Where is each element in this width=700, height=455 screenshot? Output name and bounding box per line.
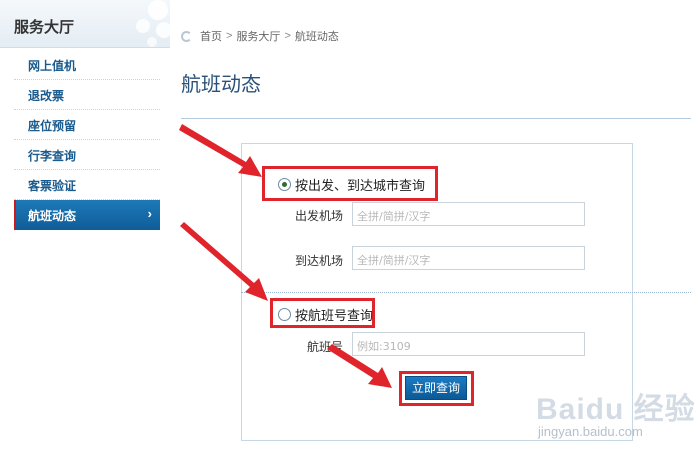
sidebar-item-label: 退改票	[28, 89, 65, 103]
sidebar-item-online-checkin[interactable]: 网上值机	[14, 50, 160, 80]
radio-label-by-flight: 按航班号查询	[295, 309, 374, 324]
departure-airport-label: 出发机场	[294, 209, 343, 223]
sidebar-title: 服务大厅	[14, 18, 75, 36]
sidebar-item-label: 行李查询	[28, 149, 77, 163]
form-section-divider	[241, 292, 691, 293]
sidebar-item-label: 座位预留	[28, 119, 77, 133]
breadcrumb: 首页 > 服务大厅 > 航班动态	[181, 28, 339, 44]
sidebar-item-baggage-query[interactable]: 行李查询	[14, 140, 160, 170]
sidebar: 服务大厅 网上值机 退改票 座位预留 行李查询 客票验证 航班动态 ›	[0, 0, 172, 455]
query-now-button[interactable]: 立即查询	[405, 376, 467, 400]
sidebar-item-label: 客票验证	[28, 179, 77, 193]
page-title: 航班动态	[181, 72, 261, 96]
decorative-flower-icon	[136, 0, 172, 47]
sidebar-item-ticket-verify[interactable]: 客票验证	[14, 170, 160, 200]
sidebar-item-refund-change[interactable]: 退改票	[14, 80, 160, 110]
flight-number-label: 航班号	[306, 340, 343, 354]
radio-by-city[interactable]: 按出发、到达城市查询	[278, 175, 425, 194]
sidebar-item-seat-reservation[interactable]: 座位预留	[14, 110, 160, 140]
baidu-watermark: Baidu 经验 jingyan.baidu.com	[528, 380, 698, 450]
breadcrumb-section-link[interactable]: 服务大厅	[236, 28, 280, 44]
arrival-airport-input[interactable]: 全拼/简拼/汉字	[352, 246, 585, 270]
chevron-right-icon: ›	[147, 206, 152, 221]
breadcrumb-current: 航班动态	[294, 31, 339, 43]
sidebar-header: 服务大厅	[0, 0, 172, 48]
sidebar-item-label: 航班动态	[28, 209, 77, 223]
arrival-airport-label: 到达机场	[294, 254, 343, 268]
sidebar-item-label: 网上值机	[28, 59, 77, 73]
watermark-url: jingyan.baidu.com	[538, 424, 643, 439]
flight-number-input[interactable]: 例如:3109	[352, 332, 585, 356]
breadcrumb-separator: >	[284, 30, 291, 42]
watermark-logo: Baidu 经验	[536, 393, 696, 426]
sidebar-nav: 网上值机 退改票 座位预留 行李查询 客票验证 航班动态 ›	[14, 50, 160, 230]
radio-by-flight[interactable]: 按航班号查询	[278, 305, 373, 324]
home-icon	[181, 30, 192, 42]
title-divider	[181, 118, 691, 119]
breadcrumb-separator: >	[226, 30, 233, 42]
departure-airport-input[interactable]: 全拼/简拼/汉字	[352, 202, 585, 226]
radio-button-unchecked[interactable]	[278, 308, 291, 321]
breadcrumb-home-link[interactable]: 首页	[200, 28, 222, 44]
radio-button-checked[interactable]	[278, 178, 291, 191]
sidebar-item-flight-status[interactable]: 航班动态 ›	[14, 200, 160, 230]
radio-label-by-city: 按出发、到达城市查询	[295, 179, 426, 194]
